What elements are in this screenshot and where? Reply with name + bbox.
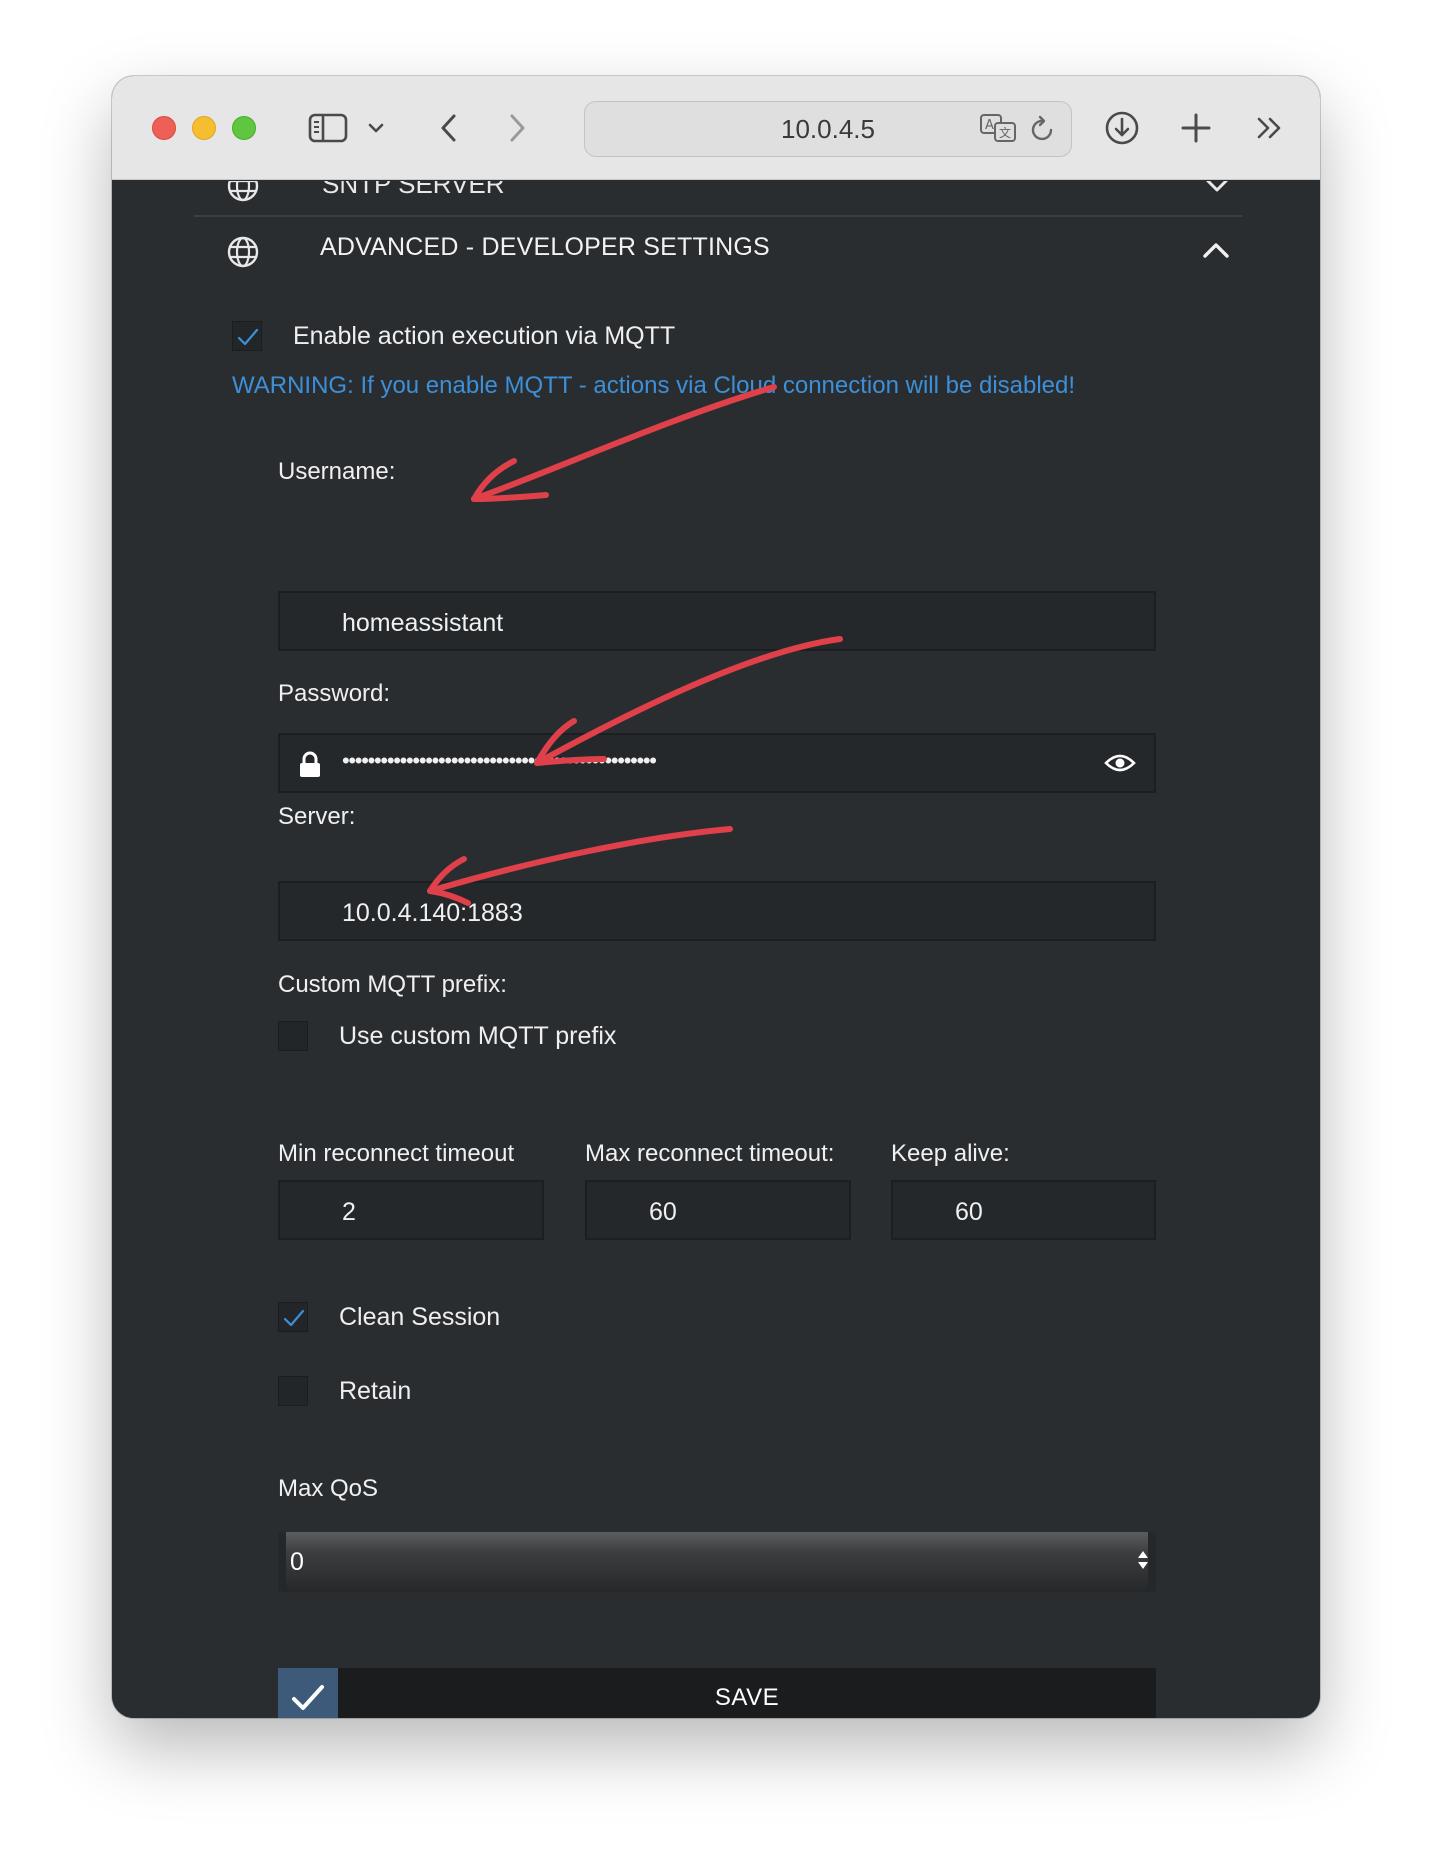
max-qos-value: 0 bbox=[290, 1548, 304, 1576]
select-arrows-icon bbox=[1136, 1546, 1150, 1579]
enable-mqtt-label: Enable action execution via MQTT bbox=[293, 322, 676, 350]
save-label: SAVE bbox=[714, 1684, 780, 1711]
clean-session-checkbox[interactable] bbox=[278, 1302, 308, 1332]
svg-text:文: 文 bbox=[999, 125, 1011, 140]
enable-mqtt-checkbox[interactable] bbox=[232, 321, 262, 351]
annotation-arrow-username bbox=[471, 384, 777, 502]
username-input[interactable]: homeassistant bbox=[278, 591, 1156, 651]
keep-alive-label: Keep alive: bbox=[891, 1140, 1010, 1167]
keep-alive-value: 60 bbox=[955, 1198, 983, 1226]
mqtt-warning-text: WARNING: If you enable MQTT - actions vi… bbox=[232, 372, 1076, 399]
translate-icon[interactable]: A 文 bbox=[979, 112, 1017, 149]
chevron-up-icon[interactable] bbox=[1202, 241, 1230, 264]
custom-prefix-checkbox-label: Use custom MQTT prefix bbox=[339, 1022, 617, 1050]
browser-window: 10.0.4.5 A 文 SNTP SERVER ADVANCED - DEVE… bbox=[112, 76, 1320, 1718]
max-reconnect-label: Max reconnect timeout: bbox=[585, 1140, 835, 1167]
sidebar-toggle-icon[interactable] bbox=[306, 108, 350, 148]
retain-label: Retain bbox=[339, 1377, 412, 1405]
annotation-arrow-username-head-b bbox=[471, 492, 549, 502]
keep-alive-input[interactable]: 60 bbox=[891, 1180, 1156, 1240]
chevron-down-icon[interactable] bbox=[364, 108, 388, 148]
accordion-title-sntp: SNTP SERVER bbox=[322, 181, 505, 199]
annotation-arrow-username-head-a bbox=[471, 458, 517, 502]
clean-session-label: Clean Session bbox=[339, 1303, 501, 1331]
address-bar[interactable]: 10.0.4.5 A 文 bbox=[584, 101, 1072, 157]
minimize-window-button[interactable] bbox=[192, 116, 216, 140]
min-reconnect-value: 2 bbox=[342, 1198, 356, 1226]
retain-checkbox[interactable] bbox=[278, 1376, 308, 1406]
download-icon[interactable] bbox=[1102, 108, 1142, 148]
eye-icon[interactable] bbox=[1104, 751, 1136, 782]
max-reconnect-input[interactable]: 60 bbox=[585, 1180, 851, 1240]
password-label: Password: bbox=[278, 680, 391, 707]
new-tab-icon[interactable] bbox=[1176, 108, 1216, 148]
forward-icon[interactable] bbox=[500, 108, 534, 148]
checkmark-icon bbox=[292, 1685, 324, 1710]
close-window-button[interactable] bbox=[152, 116, 176, 140]
server-label: Server: bbox=[278, 803, 356, 830]
server-value: 10.0.4.140:1883 bbox=[342, 899, 523, 927]
password-input[interactable]: ••••••••••••••••••••••••••••••••••••••••… bbox=[278, 733, 1156, 793]
lock-icon bbox=[298, 751, 322, 786]
max-qos-label: Max QoS bbox=[278, 1475, 379, 1502]
globe-icon bbox=[226, 235, 260, 274]
min-reconnect-input[interactable]: 2 bbox=[278, 1180, 544, 1240]
back-icon[interactable] bbox=[432, 108, 466, 148]
username-label: Username: bbox=[278, 458, 396, 485]
save-check-box bbox=[278, 1668, 338, 1718]
password-value: ••••••••••••••••••••••••••••••••••••••••… bbox=[342, 748, 657, 773]
chevron-down-icon bbox=[1204, 181, 1230, 198]
min-reconnect-label: Min reconnect timeout bbox=[278, 1140, 515, 1167]
svg-text:A: A bbox=[985, 118, 994, 133]
accordion-title-advanced: ADVANCED - DEVELOPER SETTINGS bbox=[320, 233, 770, 261]
username-value: homeassistant bbox=[342, 609, 504, 637]
page-content: SNTP SERVER ADVANCED - DEVELOPER SETTING… bbox=[112, 181, 1320, 1718]
accordion-row-sntp[interactable]: SNTP SERVER bbox=[194, 181, 1242, 217]
custom-prefix-checkbox[interactable] bbox=[278, 1021, 308, 1051]
max-reconnect-value: 60 bbox=[649, 1198, 677, 1226]
reload-icon[interactable] bbox=[1029, 114, 1057, 149]
server-input[interactable]: 10.0.4.140:1883 bbox=[278, 881, 1156, 941]
more-tabs-icon[interactable] bbox=[1250, 108, 1290, 148]
max-qos-select[interactable]: 0 bbox=[278, 1532, 1156, 1592]
custom-prefix-label: Custom MQTT prefix: bbox=[278, 971, 507, 998]
browser-toolbar: 10.0.4.5 A 文 bbox=[112, 76, 1320, 180]
globe-icon bbox=[226, 181, 260, 208]
select-background bbox=[286, 1532, 1148, 1592]
save-button[interactable]: SAVE bbox=[278, 1668, 1156, 1718]
zoom-window-button[interactable] bbox=[232, 116, 256, 140]
